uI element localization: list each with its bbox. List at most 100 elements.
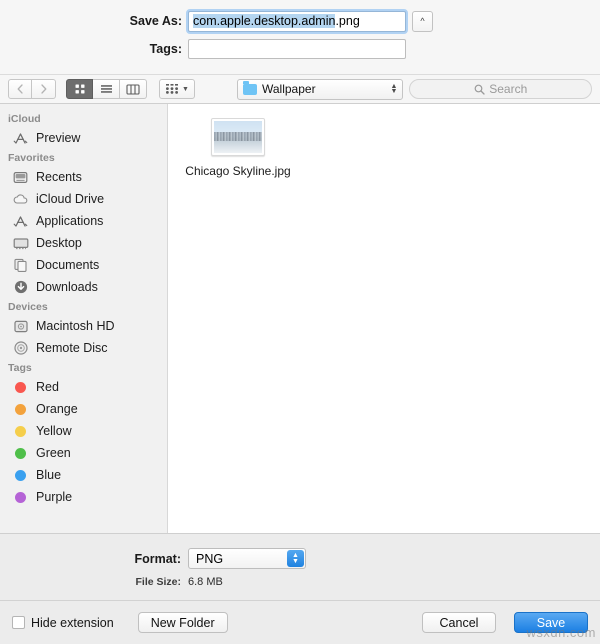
- sidebar-item-label: Purple: [36, 490, 73, 504]
- sidebar-section-tags-title: Tags: [8, 362, 32, 374]
- folder-icon: [243, 81, 257, 95]
- save-as-row: Save As: com.apple.desktop.admin .png ^: [0, 8, 600, 34]
- finder-toolbar: ▼ Wallpaper ▲ ▼ Search: [0, 74, 600, 104]
- format-popup-button[interactable]: PNG ▲ ▼: [188, 548, 306, 569]
- file-size-value: 6.8 MB: [188, 576, 223, 588]
- sidebar-item-label: Macintosh HD: [36, 319, 115, 333]
- format-panel: Format: PNG ▲ ▼ File Size: 6.8 MB: [0, 533, 600, 600]
- tag-dot-icon: [12, 380, 29, 395]
- sidebar-item-recents[interactable]: Recents: [0, 166, 167, 188]
- dialog-body: iCloud Preview Favorites Recents iCloud …: [0, 104, 600, 533]
- hide-extension-checkbox-wrap[interactable]: Hide extension: [12, 616, 114, 630]
- desktop-icon: [12, 236, 29, 251]
- file-size-row: File Size: 6.8 MB: [0, 576, 600, 588]
- sidebar-item-icloud-drive[interactable]: iCloud Drive: [0, 188, 167, 210]
- format-row: Format: PNG ▲ ▼: [0, 548, 600, 569]
- sidebar-item-tag-yellow[interactable]: Yellow: [0, 420, 167, 442]
- chevron-left-icon: [17, 84, 23, 94]
- sidebar-item-label: Applications: [36, 214, 104, 228]
- save-button[interactable]: Save: [514, 612, 588, 633]
- save-as-input-wrap: com.apple.desktop.admin .png: [186, 8, 408, 34]
- documents-icon: [12, 258, 29, 273]
- sidebar-item-documents[interactable]: Documents: [0, 254, 167, 276]
- expand-dialog-button[interactable]: ^: [412, 10, 433, 32]
- sidebar-item-applications[interactable]: Applications: [0, 210, 167, 232]
- sidebar-item-label: Yellow: [36, 424, 72, 438]
- sidebar-item-preview[interactable]: Preview: [0, 127, 167, 149]
- tag-dot-icon: [12, 402, 29, 417]
- file-item[interactable]: Chicago Skyline.jpg: [185, 118, 291, 178]
- list-view-button[interactable]: [93, 79, 120, 99]
- sidebar-item-macintosh-hd[interactable]: Macintosh HD: [0, 315, 167, 337]
- sidebar-item-label: iCloud Drive: [36, 192, 105, 206]
- applications-a-icon: [12, 131, 29, 146]
- search-input[interactable]: Search: [409, 79, 592, 99]
- forward-button[interactable]: [32, 79, 56, 99]
- sidebar-item-label: Recents: [36, 170, 82, 184]
- column-view-button[interactable]: [120, 79, 147, 99]
- save-as-label: Save As:: [129, 14, 182, 28]
- tags-row: Tags:: [0, 38, 600, 60]
- sidebar-item-desktop[interactable]: Desktop: [0, 232, 167, 254]
- save-dialog: Save As: com.apple.desktop.admin .png ^ T…: [0, 0, 600, 644]
- tags-input[interactable]: [188, 39, 406, 59]
- sidebar-item-tag-purple[interactable]: Purple: [0, 486, 167, 508]
- sidebar-item-tag-red[interactable]: Red: [0, 376, 167, 398]
- sidebar-item-label: Documents: [36, 258, 100, 272]
- harddisk-icon: [12, 319, 29, 334]
- sidebar: iCloud Preview Favorites Recents iCloud …: [0, 104, 168, 533]
- file-name-label: Chicago Skyline.jpg: [185, 164, 291, 178]
- sidebar-item-tag-green[interactable]: Green: [0, 442, 167, 464]
- name-fields-area: Save As: com.apple.desktop.admin .png ^ T…: [0, 0, 600, 74]
- location-popup-button[interactable]: Wallpaper ▲ ▼: [237, 78, 404, 100]
- up-down-chevron-icon: ▲ ▼: [287, 550, 304, 567]
- file-size-label: File Size:: [135, 576, 181, 588]
- arrange-button[interactable]: ▼: [159, 79, 195, 99]
- new-folder-button[interactable]: New Folder: [137, 612, 228, 633]
- nav-button-group: [8, 79, 56, 99]
- hide-extension-label: Hide extension: [31, 615, 114, 630]
- sidebar-item-remote-disc[interactable]: Remote Disc: [0, 337, 167, 359]
- search-placeholder: Search: [489, 82, 528, 96]
- sidebar-item-downloads[interactable]: Downloads: [0, 276, 167, 298]
- arrange-grid-icon: [166, 84, 179, 94]
- sidebar-item-label: Preview: [36, 131, 81, 145]
- save-as-input[interactable]: com.apple.desktop.admin .png: [186, 8, 408, 34]
- sidebar-section-devices-title: Devices: [8, 301, 48, 313]
- save-as-selected-text: com.apple.desktop.admin: [193, 14, 336, 28]
- image-thumbnail: [211, 118, 265, 156]
- tag-dot-icon: [12, 446, 29, 461]
- sidebar-item-label: Orange: [36, 402, 78, 416]
- sidebar-item-label: Downloads: [36, 280, 98, 294]
- downloads-arrow-icon: [12, 280, 29, 295]
- hide-extension-checkbox[interactable]: [12, 616, 25, 629]
- save-as-extension-text: .png: [335, 14, 360, 28]
- applications-a-icon: [12, 214, 29, 229]
- sidebar-section-icloud-title: iCloud: [8, 113, 41, 125]
- search-icon: [474, 84, 485, 95]
- tag-dot-icon: [12, 490, 29, 505]
- disc-icon: [12, 341, 29, 356]
- sidebar-section-favorites-title: Favorites: [8, 152, 55, 164]
- dialog-footer: Hide extension New Folder Cancel Save: [0, 600, 600, 644]
- sidebar-item-label: Desktop: [36, 236, 82, 250]
- chevron-up-icon: ^: [420, 16, 425, 26]
- columns-icon: [126, 83, 140, 95]
- view-mode-group: [66, 79, 147, 99]
- back-button[interactable]: [8, 79, 32, 99]
- grid-icon: [75, 84, 84, 94]
- icon-view-button[interactable]: [66, 79, 93, 99]
- sidebar-item-label: Green: [36, 446, 71, 460]
- format-value: PNG: [196, 551, 224, 566]
- cloud-icon: [12, 192, 29, 207]
- sidebar-item-tag-blue[interactable]: Blue: [0, 464, 167, 486]
- sidebar-item-label: Red: [36, 380, 59, 394]
- tags-label: Tags:: [149, 42, 182, 56]
- cancel-button[interactable]: Cancel: [422, 612, 496, 633]
- sidebar-item-tag-orange[interactable]: Orange: [0, 398, 167, 420]
- chevron-down-icon: ▼: [182, 85, 189, 93]
- tag-dot-icon: [12, 424, 29, 439]
- file-browser-pane[interactable]: Chicago Skyline.jpg: [168, 104, 600, 533]
- chevron-right-icon: [40, 84, 46, 94]
- tag-dot-icon: [12, 468, 29, 483]
